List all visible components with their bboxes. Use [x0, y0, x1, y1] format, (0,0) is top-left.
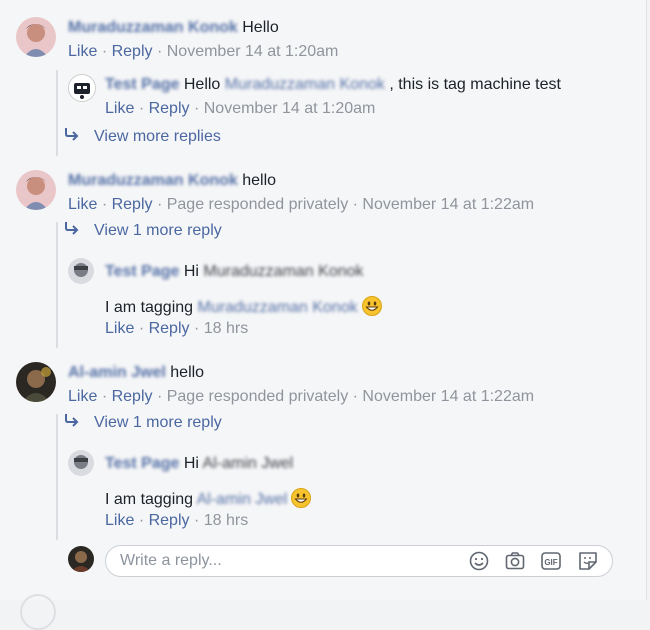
comment-actions: Like · Reply · November 14 at 1:20am: [68, 43, 339, 60]
page-avatar[interactable]: [68, 450, 94, 476]
greeting-name: Al-amin Jwel: [202, 455, 294, 472]
camera-icon[interactable]: [504, 550, 526, 572]
view-more-replies-link[interactable]: View 1 more reply: [64, 413, 222, 433]
comment-text: hello: [170, 364, 205, 381]
comment-timestamp[interactable]: November 14 at 1:20am: [167, 43, 339, 60]
comment-text: Hello: [242, 19, 279, 36]
commenter-name[interactable]: Al-amin Jwel: [68, 364, 166, 381]
comment-actions: Like · Reply · Page responded privately …: [68, 196, 535, 213]
reply-author-name[interactable]: Test Page: [105, 263, 179, 280]
reply-link[interactable]: Reply: [149, 320, 190, 337]
reply-timestamp[interactable]: November 14 at 1:20am: [204, 100, 376, 117]
page-avatar[interactable]: [68, 258, 94, 284]
commenter-avatar[interactable]: [16, 170, 56, 210]
reply-body: I am tagging Muraduzzaman Konok: [105, 296, 382, 318]
tagged-user-link[interactable]: Muraduzzaman Konok: [198, 299, 358, 316]
reply-link[interactable]: Reply: [112, 43, 153, 60]
like-link[interactable]: Like: [68, 196, 97, 213]
comment-text: hello: [242, 172, 277, 189]
reply-timestamp[interactable]: 18 hrs: [204, 320, 248, 337]
comment-line: Muraduzzaman Konok Hello: [68, 18, 279, 38]
reply-timestamp[interactable]: 18 hrs: [204, 512, 248, 529]
reply-line: Test Page Hi Al-amin Jwel: [105, 455, 294, 472]
page-avatar: [68, 546, 94, 572]
tagged-user-link[interactable]: Al-amin Jwel: [197, 491, 288, 508]
reply-author-name[interactable]: Test Page: [105, 455, 179, 472]
commenter-name[interactable]: Muraduzzaman Konok: [68, 19, 238, 36]
reply-link[interactable]: Reply: [112, 388, 153, 405]
reply-link[interactable]: Reply: [149, 512, 190, 529]
partial-avatar: [20, 594, 56, 630]
reply-actions: Like · Reply · 18 hrs: [105, 512, 249, 529]
view-more-replies-link[interactable]: View more replies: [64, 127, 221, 147]
reply-composer: GIF: [105, 545, 613, 577]
reply-actions: Like · Reply · 18 hrs: [105, 320, 249, 337]
like-link[interactable]: Like: [105, 512, 134, 529]
reply-thread-line: [56, 70, 58, 156]
reply-arrow-icon: [64, 221, 82, 241]
reply-thread-line: [56, 222, 58, 348]
tagged-user-link[interactable]: Muraduzzaman Konok: [225, 76, 385, 93]
comment-line: Al-amin Jwel hello: [68, 363, 204, 383]
commenter-avatar[interactable]: [16, 362, 56, 402]
comment-timestamp[interactable]: November 14 at 1:22am: [362, 388, 534, 405]
page-responded-status: Page responded privately: [166, 388, 349, 405]
comment-timestamp[interactable]: November 14 at 1:22am: [362, 196, 534, 213]
reply-link[interactable]: Reply: [149, 100, 190, 117]
like-link[interactable]: Like: [105, 100, 134, 117]
reply-body: I am tagging Al-amin Jwel: [105, 488, 312, 510]
page-avatar[interactable]: [68, 74, 96, 102]
view-more-replies-link[interactable]: View 1 more reply: [64, 221, 222, 241]
reply-author-name[interactable]: Test Page: [105, 76, 179, 93]
reply-line: Test Page Hi Muraduzzaman Konok: [105, 263, 364, 280]
gif-icon[interactable]: GIF: [540, 550, 562, 572]
greeting-name: Muraduzzaman Konok: [203, 263, 364, 280]
commenter-avatar[interactable]: [16, 17, 56, 57]
comment-actions: Like · Reply · Page responded privately …: [68, 388, 535, 405]
svg-text:GIF: GIF: [544, 558, 557, 567]
grinning-face-emoji: [361, 296, 382, 316]
emoji-icon[interactable]: [468, 550, 490, 572]
reply-actions: Like · Reply · November 14 at 1:20am: [105, 100, 376, 117]
comment-line: Muraduzzaman Konok hello: [68, 171, 276, 191]
sticker-icon[interactable]: [577, 550, 599, 572]
reply-link[interactable]: Reply: [112, 196, 153, 213]
grinning-face-emoji: [291, 488, 312, 508]
commenter-name[interactable]: Muraduzzaman Konok: [68, 172, 238, 189]
reply-thread-line: [56, 414, 58, 540]
reply-arrow-icon: [64, 413, 82, 433]
page-responded-status: Page responded privately: [166, 196, 349, 213]
like-link[interactable]: Like: [105, 320, 134, 337]
like-link[interactable]: Like: [68, 43, 97, 60]
like-link[interactable]: Like: [68, 388, 97, 405]
reply-line: Test Page Hello Muraduzzaman Konok , thi…: [105, 76, 561, 93]
reply-input[interactable]: [120, 551, 450, 571]
comments-panel: Muraduzzaman Konok Hello Like · Reply · …: [0, 0, 647, 630]
reply-arrow-icon: [64, 127, 82, 147]
